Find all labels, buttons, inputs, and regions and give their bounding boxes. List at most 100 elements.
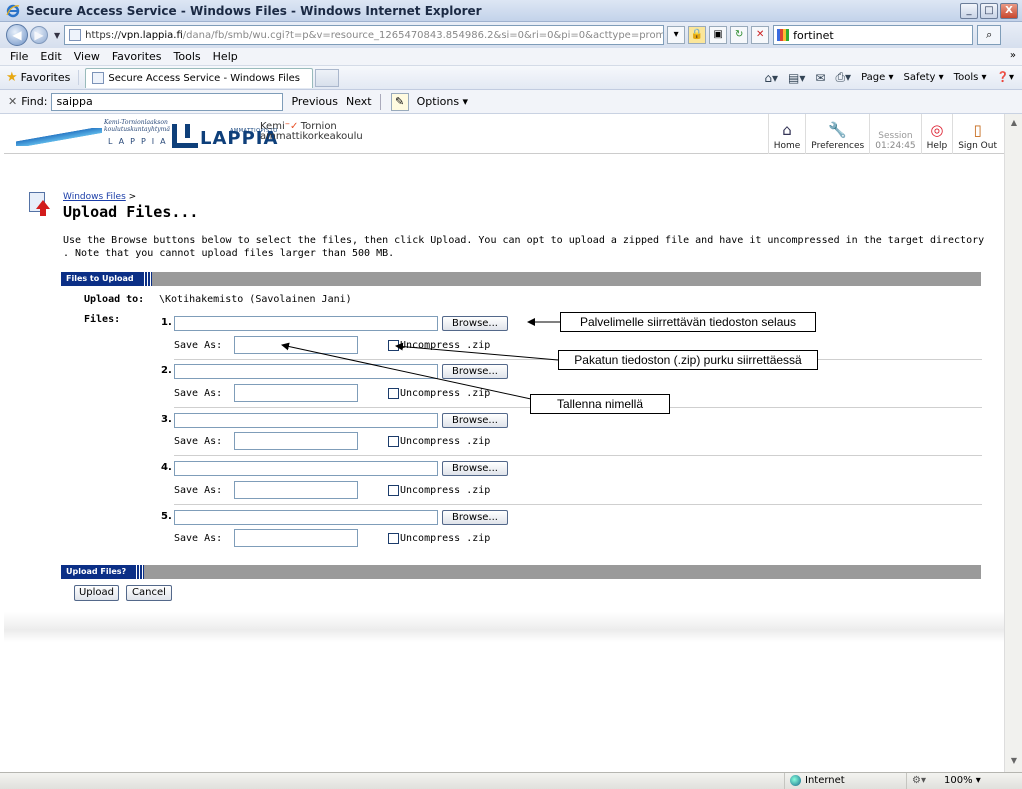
browse-5-button[interactable]: Browse... (442, 510, 508, 525)
file-row-3-number: 3. (161, 414, 172, 425)
house-icon: ⌂ (782, 121, 792, 139)
magnifier-icon: ⌕ (986, 28, 993, 41)
browse-3-button[interactable]: Browse... (442, 413, 508, 428)
star-icon: ★ (6, 70, 18, 85)
find-input[interactable]: saippa (51, 92, 284, 111)
find-options-button[interactable]: Options ▾ (417, 95, 468, 108)
session-indicator: Session 01:24:45 (869, 114, 920, 154)
breadcrumb-windows-files-link[interactable]: Windows Files (63, 192, 126, 202)
close-find-icon[interactable]: ✕ (8, 95, 17, 108)
url-dropdown-icon[interactable]: ▾ (667, 26, 686, 44)
new-tab-button[interactable] (315, 68, 340, 87)
uncompress-1-checkbox[interactable] (388, 340, 399, 351)
row-divider (174, 455, 982, 456)
forward-button[interactable]: ▶ (30, 26, 48, 44)
lock-icon[interactable]: 🔒 (688, 26, 707, 44)
file-row-5-number: 5. (161, 511, 172, 522)
favorites-label: Favorites (20, 71, 71, 84)
row-divider (174, 504, 982, 505)
tab-secure-access[interactable]: Secure Access Service - Windows Files (85, 67, 314, 88)
search-button[interactable]: ⌕ (977, 25, 1002, 45)
door-icon: ▯ (973, 121, 982, 139)
security-zone[interactable]: Internet (790, 775, 845, 786)
status-separator (906, 773, 907, 789)
scroll-down-icon[interactable]: ▼ (1008, 756, 1020, 768)
uncompress-4-label: Uncompress .zip (400, 485, 491, 496)
cancel-button[interactable]: Cancel (126, 585, 172, 601)
highlight-pencil-icon[interactable]: ✎ (390, 92, 409, 111)
sign-out-button[interactable]: ▯ Sign Out (952, 114, 1002, 154)
save-as-1-input[interactable] (234, 336, 358, 354)
back-arrow-icon: ◀ (12, 28, 22, 42)
save-as-3-input[interactable] (234, 432, 358, 450)
breadcrumb-separator: > (128, 192, 137, 202)
uncompress-2-checkbox[interactable] (388, 388, 399, 399)
find-next-button[interactable]: Next (346, 95, 372, 108)
minimize-button[interactable]: _ (960, 3, 978, 19)
save-as-4-input[interactable] (234, 481, 358, 499)
browse-1-button[interactable]: Browse... (442, 316, 508, 331)
menu-edit[interactable]: Edit (40, 50, 61, 63)
feeds-icon[interactable]: ▤▾ (788, 71, 805, 85)
find-previous-button[interactable]: Previous (291, 95, 338, 108)
upload-button[interactable]: Upload (74, 585, 119, 601)
tab-title: Secure Access Service - Windows Files (108, 72, 301, 84)
page-viewport: Kemi-Tornionlaakson koulutuskuntayhtymä L… (4, 114, 1004, 772)
protected-mode-icon[interactable]: ⚙▾ (912, 775, 926, 786)
uncompress-4-checkbox[interactable] (388, 485, 399, 496)
save-as-5-input[interactable] (234, 529, 358, 547)
mail-icon[interactable]: ✉ (815, 71, 825, 85)
toolbar-overflow-icon[interactable]: » (1010, 50, 1016, 61)
zoom-level[interactable]: 100% ▾ (944, 775, 981, 786)
browse-2-button[interactable]: Browse... (442, 364, 508, 379)
file-4-input[interactable] (174, 461, 438, 476)
favorites-button[interactable]: ★ Favorites (6, 70, 80, 85)
preferences-button[interactable]: 🔧 Preferences (805, 114, 869, 154)
search-input[interactable]: fortinet (773, 25, 974, 45)
favorites-bar: ★ Favorites Secure Access Service - Wind… (0, 66, 1022, 90)
file-2-input[interactable] (174, 364, 438, 379)
menu-view[interactable]: View (74, 50, 100, 63)
certificate-icon[interactable]: ▣ (709, 26, 728, 44)
file-1-input[interactable] (174, 316, 438, 331)
vertical-scrollbar[interactable]: ▲ ▼ (1004, 114, 1022, 772)
window-titlebar: Secure Access Service - Windows Files - … (0, 0, 1022, 22)
file-5-input[interactable] (174, 510, 438, 525)
menu-tools[interactable]: Tools (174, 50, 201, 63)
breadcrumb: Windows Files > (63, 192, 136, 202)
browse-4-button[interactable]: Browse... (442, 461, 508, 476)
stop-icon[interactable]: ✕ (751, 26, 770, 44)
menu-file[interactable]: File (10, 50, 28, 63)
logo1-word: LAPPIA (108, 137, 172, 146)
back-button[interactable]: ◀ (6, 24, 28, 46)
history-dropdown-icon[interactable]: ▼ (54, 31, 60, 40)
refresh-icon[interactable]: ↻ (730, 26, 749, 44)
url-input[interactable]: https://vpn.lappia.fi/dana/fb/smb/wu.cgi… (64, 25, 665, 45)
menu-favorites[interactable]: Favorites (112, 50, 162, 63)
help-menu-icon[interactable]: ❓▾ (997, 72, 1014, 83)
save-as-5-label: Save As: (174, 533, 223, 544)
upload-file-icon (26, 192, 50, 218)
menu-help[interactable]: Help (213, 50, 238, 63)
file-3-input[interactable] (174, 413, 438, 428)
page-menu[interactable]: Page ▾ (861, 72, 893, 83)
swoosh-logo-icon (16, 128, 102, 146)
save-as-2-input[interactable] (234, 384, 358, 402)
scroll-up-icon[interactable]: ▲ (1008, 118, 1020, 130)
status-separator (784, 773, 785, 789)
uncompress-3-checkbox[interactable] (388, 436, 399, 447)
section-stripes (134, 565, 145, 579)
uncompress-5-checkbox[interactable] (388, 533, 399, 544)
url-path: /dana/fb/smb/wu.cgi?t=p&v=resource_12654… (182, 29, 663, 41)
uncompress-1-label: Uncompress .zip (400, 340, 491, 351)
tools-menu[interactable]: Tools ▾ (954, 72, 987, 83)
url-scheme: https:// (85, 29, 122, 41)
page-title: Upload Files... (63, 203, 199, 221)
home-button[interactable]: ⌂ Home (767, 114, 806, 154)
safety-menu[interactable]: Safety ▾ (903, 72, 943, 83)
home-icon[interactable]: ⌂▾ (764, 71, 778, 85)
help-button[interactable]: ◎ Help (920, 114, 953, 154)
maximize-button[interactable]: □ (980, 3, 998, 19)
print-icon[interactable]: ⎙▾ (835, 70, 851, 85)
close-window-button[interactable]: X (1000, 3, 1018, 19)
